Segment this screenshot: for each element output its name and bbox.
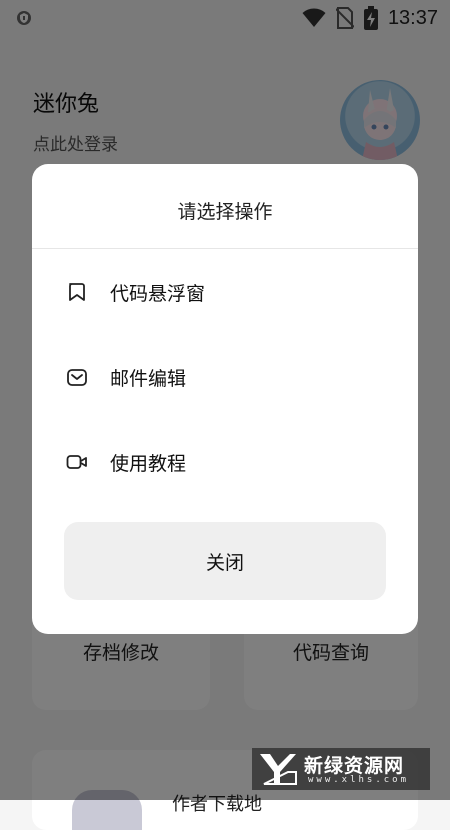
watermark-logo-icon xyxy=(258,752,298,790)
bookmark-icon xyxy=(66,281,88,303)
watermark-text: 新绿资源网 xyxy=(304,755,405,777)
option-label: 代码悬浮窗 xyxy=(110,282,206,305)
option-label: 使用教程 xyxy=(110,452,187,475)
dialog-divider xyxy=(32,248,418,249)
option-mail-edit[interactable]: 邮件编辑 xyxy=(32,347,418,407)
dialog-title: 请选择操作 xyxy=(177,201,273,223)
option-tutorial[interactable]: 使用教程 xyxy=(32,432,418,492)
close-button[interactable]: 关闭 xyxy=(64,522,386,600)
watermark-url: www.xlhs.com xyxy=(308,775,410,785)
action-dialog: 请选择操作 代码悬浮窗 邮件编辑 使用教程 关闭 xyxy=(32,164,418,634)
option-label: 邮件编辑 xyxy=(110,367,187,390)
watermark: 新绿资源网 www.xlhs.com xyxy=(252,748,430,790)
mail-icon xyxy=(66,366,88,388)
video-icon xyxy=(66,451,88,473)
option-code-float-window[interactable]: 代码悬浮窗 xyxy=(32,262,418,322)
